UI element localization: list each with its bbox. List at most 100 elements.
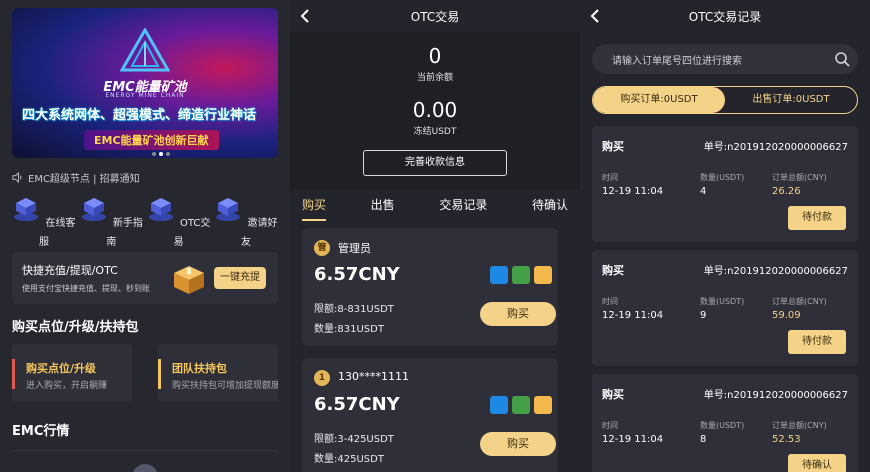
tab-pending[interactable]: 待确认 <box>532 196 568 219</box>
order-quantity: 数量:425USDT <box>314 454 384 465</box>
balance-label: 当前余额 <box>416 73 453 83</box>
cube-icon <box>216 198 241 221</box>
record-type: 购买 <box>602 388 624 401</box>
accent-bar <box>12 359 15 389</box>
quick-label: 新手指南 <box>106 218 143 248</box>
banner-logo-sub: ENERGY MINE CHAIN <box>105 92 185 99</box>
records-panel: OTC交易记录 请输入订单尾号四位进行搜索 购买订单:0USDT 出售订单:0U… <box>580 0 870 472</box>
seller-name: 管理员 <box>338 242 371 255</box>
bank-card-icon <box>534 266 552 284</box>
page-title: OTC交易记录 <box>688 10 762 24</box>
quick-item-guide[interactable]: 新手指南 <box>79 196 143 249</box>
quick-item-invite[interactable]: 邀请好友 <box>214 196 278 249</box>
otc-tabs: 购买 出售 交易记录 待确认 <box>302 196 568 221</box>
tab-buy-orders[interactable]: 购买订单:0USDT <box>593 87 725 113</box>
wechat-icon <box>512 396 530 414</box>
package-card-buy[interactable]: 购买点位/升级 进入购买，开启躺赚 <box>12 344 132 402</box>
notice-bar[interactable]: EMC超级节点 | 招募通知 <box>12 170 140 185</box>
cube-icon <box>81 198 106 221</box>
wechat-icon <box>512 266 530 284</box>
package-card-support[interactable]: 团队扶持包 购买扶持包可增加提现额度 <box>158 344 278 402</box>
balance-block: 0 当前余额 <box>290 44 580 83</box>
record-type: 购买 <box>602 264 624 277</box>
speaker-icon <box>12 172 22 183</box>
search-icon[interactable] <box>834 51 850 67</box>
order-number: 单号:n201912020000006627 <box>703 266 848 277</box>
record-card: 购买 单号:n201912020000006627 时间 数量(USDT) 订单… <box>592 374 858 472</box>
seller-name: 130****1111 <box>338 370 409 383</box>
time-label: 时间 <box>602 173 618 182</box>
pay-status-button[interactable]: 待确认 <box>788 454 846 472</box>
tab-records[interactable]: 交易记录 <box>439 196 487 219</box>
frozen-block: 0.00 冻结USDT <box>290 98 580 137</box>
order-qty: 8 <box>700 434 707 445</box>
complete-payment-info-button[interactable]: 完善收款信息 <box>363 150 507 176</box>
order-total: 26.26 <box>772 186 801 197</box>
frozen-value: 0.00 <box>412 98 458 122</box>
avatar <box>132 464 158 472</box>
order-price: 6.57CNY <box>314 394 400 415</box>
total-label: 订单总额(CNY) <box>772 173 827 182</box>
order-time: 12-19 11:04 <box>602 310 664 321</box>
package-title: 购买点位/升级 <box>26 362 97 375</box>
cube-icon <box>14 198 39 221</box>
buy-button[interactable]: 购买 <box>480 432 556 456</box>
header: OTC交易记录 <box>580 0 870 32</box>
frozen-label: 冻结USDT <box>413 127 457 137</box>
order-qty: 9 <box>700 310 707 321</box>
fast-title: 快捷充值/提现/OTC <box>22 264 118 277</box>
tab-sell[interactable]: 出售 <box>371 196 395 219</box>
section-title-packages: 购买点位/升级/扶持包 <box>12 320 139 335</box>
pay-status-button[interactable]: 待付款 <box>788 330 846 354</box>
alipay-icon <box>490 266 508 284</box>
gift-box-icon <box>174 266 204 294</box>
alipay-icon <box>490 396 508 414</box>
quick-label: 邀请好友 <box>240 218 278 248</box>
order-time: 12-19 11:04 <box>602 186 664 197</box>
accent-bar <box>158 359 161 389</box>
quick-label: 在线客服 <box>39 218 76 248</box>
order-time: 12-19 11:04 <box>602 434 664 445</box>
order-type-toggle: 购买订单:0USDT 出售订单:0USDT <box>592 86 858 114</box>
payment-methods <box>490 396 552 414</box>
package-subtitle: 进入购买，开启躺赚 <box>26 381 108 391</box>
tab-buy[interactable]: 购买 <box>302 196 327 221</box>
order-card: 1 130****1111 6.57CNY 限额:3-425USDT 数量:42… <box>302 358 558 472</box>
notice-text: EMC超级节点 | 招募通知 <box>28 174 140 185</box>
divider <box>12 450 278 451</box>
order-limit: 限额:3-425USDT <box>314 434 394 445</box>
time-label: 时间 <box>602 297 618 306</box>
record-card: 购买 单号:n201912020000006627 时间 数量(USDT) 订单… <box>592 250 858 366</box>
quick-label: OTC交易 <box>173 218 211 248</box>
quick-item-otc[interactable]: OTC交易 <box>147 196 211 249</box>
carousel-dots[interactable] <box>152 152 170 156</box>
order-price: 6.57CNY <box>314 264 400 285</box>
tab-sell-orders[interactable]: 出售订单:0USDT <box>725 87 857 113</box>
search-input[interactable]: 请输入订单尾号四位进行搜索 <box>592 44 858 74</box>
pay-status-button[interactable]: 待付款 <box>788 206 846 230</box>
order-number: 单号:n201912020000006627 <box>703 142 848 153</box>
quick-menu: 在线客服 新手指南 OTC交易 邀请好友 <box>12 196 278 249</box>
avatar: 管 <box>314 240 330 256</box>
balance-value: 0 <box>428 44 442 68</box>
payment-methods <box>490 266 552 284</box>
promo-banner[interactable]: EMC能量矿池 ENERGY MINE CHAIN 四大系统网体、超强模式、缔造… <box>12 8 278 158</box>
banner-badge: EMC能量矿池创新巨献 <box>84 130 219 150</box>
record-type: 购买 <box>602 140 624 153</box>
emc-logo-icon <box>120 28 170 72</box>
order-limit: 限额:8-831USDT <box>314 304 394 315</box>
one-click-recharge-button[interactable]: 一键充提 <box>214 267 266 289</box>
total-label: 订单总额(CNY) <box>772 421 827 430</box>
fast-subtitle: 使用支付宝快捷充值、提现、秒到账 <box>22 284 150 293</box>
order-quantity: 数量:831USDT <box>314 324 384 335</box>
order-total: 59.09 <box>772 310 801 321</box>
quick-item-service[interactable]: 在线客服 <box>12 196 76 249</box>
bank-card-icon <box>534 396 552 414</box>
time-label: 时间 <box>602 421 618 430</box>
fast-recharge-card: 快捷充值/提现/OTC 使用支付宝快捷充值、提现、秒到账 一键充提 <box>12 252 278 304</box>
order-number: 单号:n201912020000006627 <box>703 390 848 401</box>
order-qty: 4 <box>700 186 707 197</box>
qty-label: 数量(USDT) <box>700 421 745 430</box>
package-title: 团队扶持包 <box>172 362 227 375</box>
buy-button[interactable]: 购买 <box>480 302 556 326</box>
